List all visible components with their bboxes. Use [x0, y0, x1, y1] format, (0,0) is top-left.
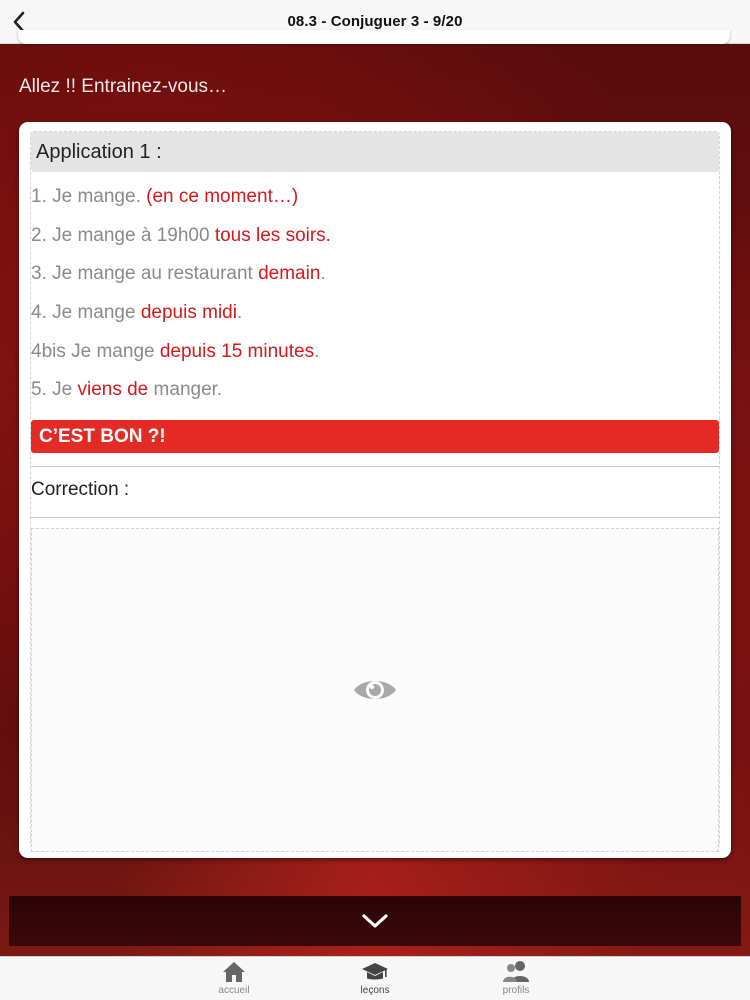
sentence-text: 1. Je mange.: [31, 186, 147, 207]
highlight-text: tous les soirs.: [214, 224, 331, 246]
home-icon: [223, 962, 245, 982]
previous-card-edge: [18, 30, 730, 44]
exercise-lines: 1. Je mange. (en ce moment…) 2. Je mange …: [31, 178, 719, 410]
page-title: 08.3 - Conjuguer 3 - 9/20: [287, 13, 463, 30]
exercise-card: Application 1 : 1. Je mange. (en ce mome…: [19, 122, 731, 858]
sentence-text: 3. Je mange au restaurant: [31, 263, 259, 285]
highlight-text: demain: [258, 263, 321, 285]
divider: [31, 466, 719, 467]
tab-label: leçons: [360, 985, 390, 996]
tab-accueil[interactable]: accueil: [189, 957, 279, 1000]
tab-bar: accueil leçons profils: [0, 956, 750, 1000]
eye-icon: [354, 681, 396, 699]
sentence-text: 4. Je mange: [31, 302, 141, 324]
sentence-text: .: [320, 263, 326, 285]
exercise-line: 4bis Je mange depuis 15 minutes.: [31, 333, 719, 372]
exercise-line: 2. Je mange à 19h00 tous les soirs.: [31, 217, 719, 256]
check-answer-button[interactable]: C’EST BON ?!: [31, 420, 719, 453]
highlight-text: depuis 15 minutes: [159, 340, 315, 362]
users-icon: [503, 961, 529, 982]
chevron-down-icon: [362, 914, 388, 928]
highlight-text: depuis midi: [140, 302, 237, 324]
correction-reveal-area[interactable]: [31, 528, 719, 852]
exercise-line: 5. Je viens de manger.: [31, 371, 719, 410]
sentence-text: 5. Je: [31, 379, 78, 401]
correction-label: Correction :: [31, 479, 130, 500]
sentence-text: manger.: [148, 379, 223, 401]
sentence-text: 4bis Je mange: [31, 340, 160, 362]
exercise-line: 3. Je mange au restaurant demain.: [31, 255, 719, 294]
tab-label: profils: [502, 985, 530, 996]
expand-bar[interactable]: [9, 896, 741, 946]
exercise-line: 4. Je mange depuis midi.: [31, 294, 719, 333]
exercise-line: 1. Je mange. (en ce moment…): [31, 178, 719, 217]
divider: [31, 517, 719, 518]
sentence-text: .: [236, 302, 243, 324]
tab-lecons[interactable]: leçons: [330, 957, 420, 1000]
highlight-text: viens de: [77, 379, 149, 401]
intro-text: Allez !! Entrainez-vous…: [19, 76, 228, 97]
highlight-text: (en ce moment…): [146, 186, 299, 207]
sentence-text: .: [314, 340, 320, 362]
tab-label: accueil: [218, 985, 250, 996]
tab-profils[interactable]: profils: [471, 957, 561, 1000]
exercise-card-inner: Application 1 : 1. Je mange. (en ce mome…: [30, 131, 720, 852]
exercise-title: Application 1 :: [31, 132, 719, 172]
sentence-text: 2. Je mange à 19h00: [31, 224, 215, 246]
graduation-cap-icon: [362, 963, 388, 980]
